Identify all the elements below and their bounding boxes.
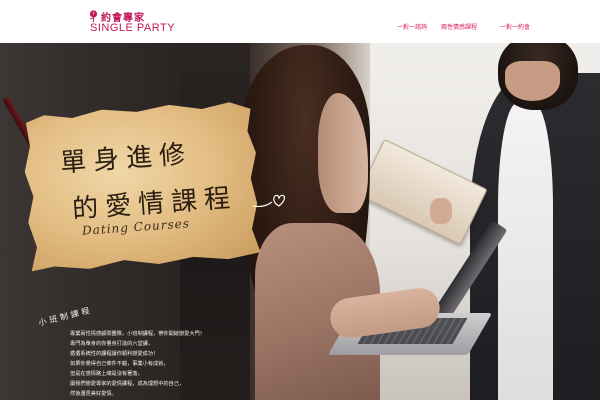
man-figure-shirt [498,103,553,400]
hero-banner: 單身進修 的愛情課程 Dating Courses 小班制課程 專業兩性情感顧問… [0,43,600,400]
nav-one-on-one-consult[interactable]: 一對一諮詢 [397,22,427,31]
site-header: 約會專家 SINGLE PARTY 一對一諮詢 兩性情感課程 一對一約會 [0,0,600,43]
nav-one-on-one-dating[interactable]: 一對一約會 [500,22,530,31]
description-line: 但是在感情路上總是沒有著落， [70,371,143,377]
heart-doodle-icon [252,194,286,208]
man-figure-face [505,61,560,101]
description-line: 循循系統性的課程讓你順利戀愛成功！ [70,351,159,357]
description-line: 專門為單身的你量身打造的六堂課， [70,341,154,347]
man-figure-hand [430,198,452,224]
description-line: 然後遇見美好愛情。 [70,391,117,397]
rose-icon [89,10,98,22]
description-line: 讓我們戀愛專家的愛情課程，成為理想中的自己， [70,381,185,387]
nav-relationship-courses[interactable]: 兩性情感課程 [441,22,477,31]
description-line: 專業兩性情感顧問團隊，小班制課程，帶你開啟戀愛大門！ [70,331,205,337]
site-logo[interactable]: 約會專家 SINGLE PARTY [88,9,175,37]
logo-english-text: SINGLE PARTY [90,22,176,34]
description-line: 如果你覺得自己條件不錯，事業小有成就， [70,361,169,367]
hero-description: 專業兩性情感顧問團隊，小班制課程，帶你開啟戀愛大門！ 專門為單身的你量身打造的六… [70,329,260,399]
